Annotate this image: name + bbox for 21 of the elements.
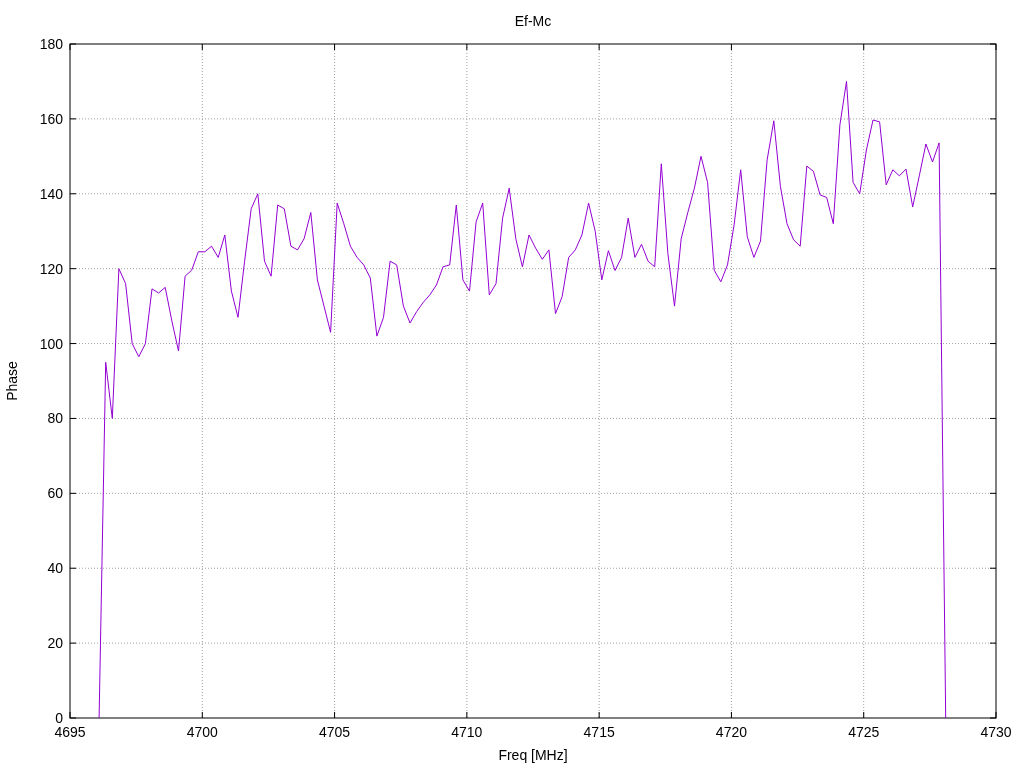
tick-label: 180 bbox=[39, 36, 63, 52]
tick-label: 120 bbox=[39, 260, 63, 277]
tick-label: 80 bbox=[47, 410, 63, 427]
tick-label: 0 bbox=[55, 710, 63, 726]
tick-label: 20 bbox=[47, 635, 63, 652]
tick-label: 4720 bbox=[715, 724, 747, 740]
y-axis-label: Phase bbox=[4, 361, 20, 401]
tick-label: 4700 bbox=[186, 724, 218, 740]
tick-label: 40 bbox=[47, 560, 63, 577]
x-axis-label: Freq [MHz] bbox=[498, 747, 568, 763]
tick-label: 140 bbox=[39, 185, 63, 202]
tick-label: 4730 bbox=[980, 724, 1012, 740]
tick-label: 4705 bbox=[319, 724, 351, 740]
tick-label: 4710 bbox=[451, 724, 483, 740]
tick-label: 4715 bbox=[583, 724, 615, 740]
chart-title: Ef-Mc bbox=[514, 13, 552, 29]
tick-label: 4695 bbox=[54, 724, 86, 740]
tick-label: 4725 bbox=[848, 724, 880, 740]
tick-label: 60 bbox=[47, 485, 63, 502]
tick-label: 100 bbox=[39, 335, 63, 352]
tick-label: 160 bbox=[39, 110, 63, 127]
